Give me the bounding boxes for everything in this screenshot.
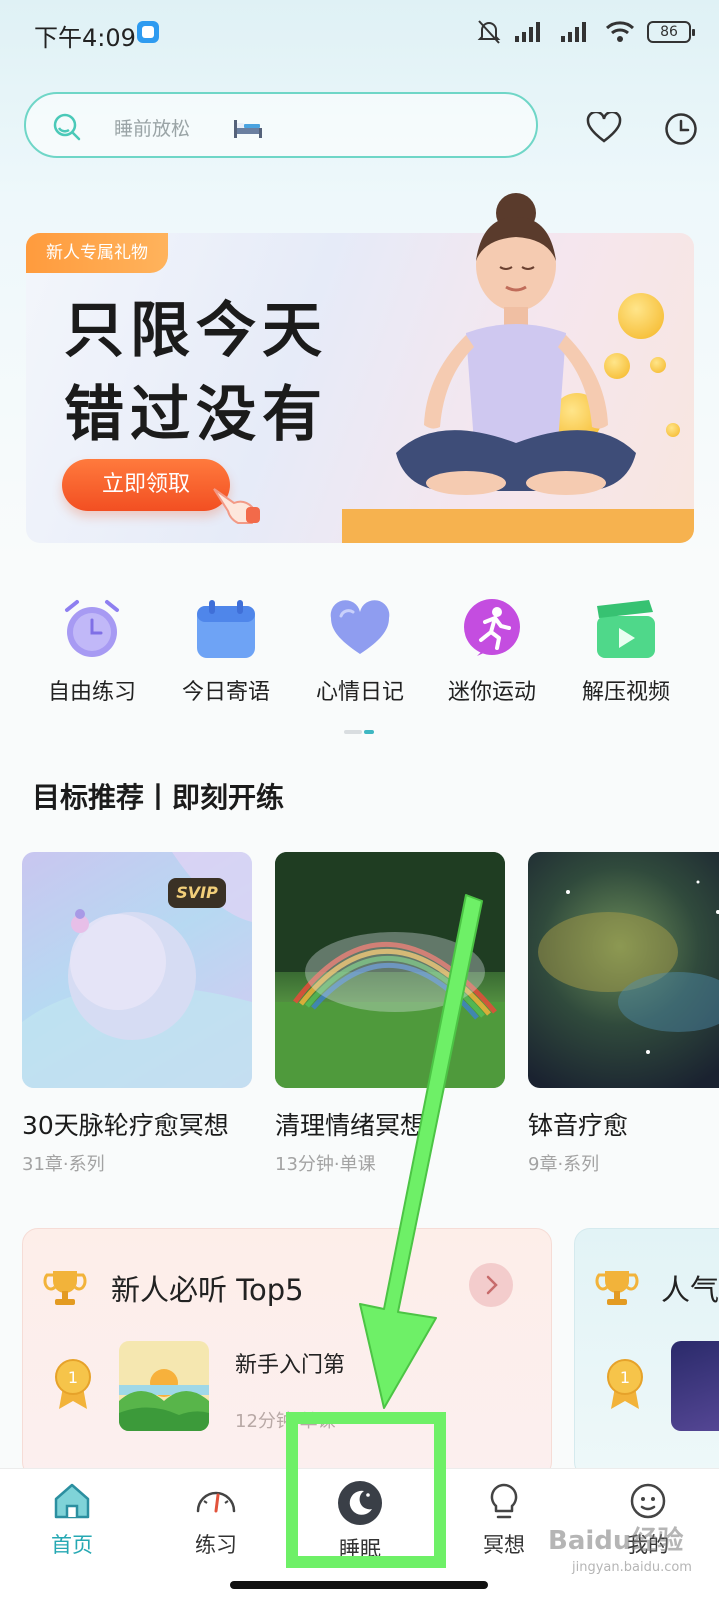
course-thumbnail: SVIP xyxy=(22,852,252,1088)
nav-sleep[interactable]: 睡眠 xyxy=(300,1479,420,1563)
favorite-heart-icon[interactable] xyxy=(586,112,622,144)
quick-entry-mood-diary[interactable]: 心情日记 xyxy=(300,596,420,706)
ranking-title: 新人必听 Top5 xyxy=(111,1273,304,1307)
lightbulb-icon xyxy=(490,1483,518,1519)
history-clock-icon[interactable] xyxy=(664,112,698,146)
signal-icon-2 xyxy=(561,22,586,42)
battery-indicator: 86 xyxy=(647,21,695,43)
quick-entry-label: 解压视频 xyxy=(581,680,670,705)
status-icons: 86 xyxy=(477,18,695,46)
course-card[interactable]: 钵音疗愈 9章·系列 xyxy=(528,852,719,1176)
watermark-url: jingyan.baidu.com xyxy=(572,1560,692,1575)
app-screen: 下午4:09 86 睡前放松 新人专属礼物 只限今天 错过没有 立即领取 自由练… xyxy=(0,0,719,1600)
promo-banner[interactable]: 新人专属礼物 只限今天 错过没有 立即领取 xyxy=(26,193,694,543)
video-clapper-icon xyxy=(597,600,655,658)
course-meta: 9章·系列 xyxy=(528,1154,600,1175)
heart-icon xyxy=(330,600,390,654)
ranking-item-thumbnail xyxy=(671,1341,719,1431)
quick-entry-label: 今日寄语 xyxy=(181,680,270,705)
page-indicator xyxy=(344,730,374,734)
pointing-hand-icon xyxy=(213,488,260,524)
landscape-illustration xyxy=(119,1341,209,1431)
moon-icon xyxy=(338,1481,382,1525)
course-title: 钵音疗愈 xyxy=(528,1111,629,1140)
bed-icon xyxy=(234,120,262,138)
gauge-icon xyxy=(196,1491,236,1513)
quick-entry-label: 迷你运动 xyxy=(447,680,536,705)
course-meta: 13分钟·单课 xyxy=(275,1154,376,1175)
home-icon xyxy=(54,1483,90,1519)
nav-meditation[interactable]: 冥想 xyxy=(444,1479,564,1559)
ranking-item-meta: 12分钟·单课 xyxy=(235,1411,336,1432)
nav-label: 首页 xyxy=(51,1533,93,1557)
svip-badge: SVIP xyxy=(168,878,226,908)
rainbow-illustration xyxy=(275,852,505,1088)
rank-medal-number: 1 xyxy=(68,1368,78,1387)
notification-app-icon xyxy=(137,21,159,43)
ranking-item-thumbnail xyxy=(119,1341,209,1431)
calendar-icon xyxy=(197,600,255,658)
signal-icon xyxy=(515,22,540,42)
profile-icon xyxy=(630,1483,666,1519)
ranking-panel-newcomer[interactable]: 新人必听 Top5 1 新手入门第 12分钟·单课 xyxy=(22,1228,552,1478)
quick-entry-mini-workout[interactable]: 迷你运动 xyxy=(432,596,552,706)
course-thumbnail xyxy=(528,852,719,1088)
meditation-figure-illustration xyxy=(396,193,636,495)
chevron-right-icon xyxy=(486,1275,498,1295)
status-time: 下午4:09 xyxy=(34,24,136,52)
rank-medal-icon: 1 xyxy=(607,1359,643,1409)
alarm-clock-icon xyxy=(65,600,119,657)
nav-label: 练习 xyxy=(195,1533,237,1557)
course-title: 30天脉轮疗愈冥想 xyxy=(22,1111,229,1140)
quick-entry-label: 心情日记 xyxy=(315,680,404,705)
coin-decoration xyxy=(666,423,680,437)
watermark-logo: Baidu经验 xyxy=(548,1526,684,1556)
ranking-title: 人气 xyxy=(661,1273,719,1307)
course-title: 清理情绪冥想 xyxy=(275,1111,426,1140)
banner-headline-line2: 错过没有 xyxy=(64,380,328,450)
mute-bell-icon xyxy=(477,20,501,44)
course-card[interactable]: SVIP 30天脉轮疗愈冥想 31章·系列 xyxy=(22,852,252,1176)
quick-entry-free-practice[interactable]: 自由练习 xyxy=(32,596,152,706)
quick-entry-relax-video[interactable]: 解压视频 xyxy=(566,596,686,706)
banner-headline-line1: 只限今天 xyxy=(64,296,328,366)
claim-now-button[interactable]: 立即领取 xyxy=(62,459,230,511)
search-icon xyxy=(53,113,81,141)
home-indicator-bar[interactable] xyxy=(230,1581,488,1589)
search-placeholder: 睡前放松 xyxy=(114,118,191,140)
course-card[interactable]: 清理情绪冥想 13分钟·单课 xyxy=(275,852,505,1176)
status-bar: 下午4:09 86 xyxy=(0,0,719,66)
quick-entry-label: 自由练习 xyxy=(47,680,136,705)
ranking-more-button[interactable] xyxy=(469,1263,513,1307)
nav-home[interactable]: 首页 xyxy=(12,1479,132,1559)
nav-label: 睡眠 xyxy=(339,1537,381,1561)
running-icon xyxy=(464,599,520,656)
rank-medal-icon: 1 xyxy=(55,1359,91,1409)
search-input[interactable]: 睡前放松 xyxy=(24,92,538,158)
nebula-illustration xyxy=(538,880,719,1054)
trophy-icon xyxy=(595,1271,639,1305)
trophy-icon xyxy=(43,1271,87,1305)
ranking-item-title: 新手入门第 xyxy=(235,1353,346,1378)
rank-medal-number: 1 xyxy=(620,1368,630,1387)
quick-entry-row: 自由练习 今日寄语 心情日记 迷你运动 解压视频 xyxy=(0,596,719,706)
quick-entry-daily-message[interactable]: 今日寄语 xyxy=(166,596,286,706)
course-meta: 31章·系列 xyxy=(22,1154,105,1175)
ranking-panel-popular[interactable]: 人气 1 xyxy=(574,1228,719,1478)
nav-label: 冥想 xyxy=(483,1533,525,1557)
banner-headline: 只限今天 错过没有 xyxy=(64,289,328,457)
wifi-icon xyxy=(605,21,635,42)
banner-tag: 新人专属礼物 xyxy=(26,233,168,273)
nav-practice[interactable]: 练习 xyxy=(156,1479,276,1559)
course-thumbnail xyxy=(275,852,505,1088)
section-title: 目标推荐丨即刻开练 xyxy=(32,781,285,814)
